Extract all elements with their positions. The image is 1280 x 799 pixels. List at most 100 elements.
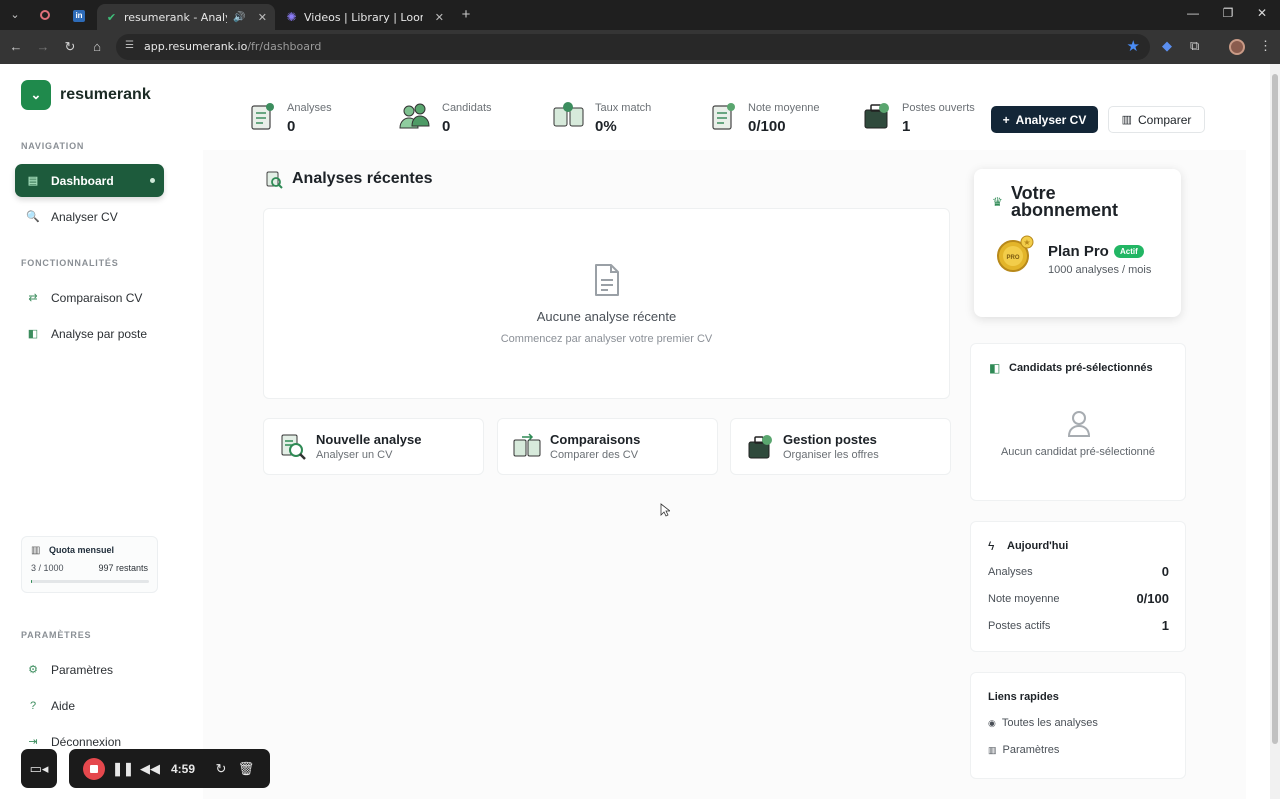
extensions-puzzle-icon[interactable]: ⧉ [1190, 38, 1199, 54]
sidebar-item-aide[interactable]: ? Aide [15, 689, 164, 722]
dashboard-content: Analyses récentes Aucune analyse récente… [203, 150, 1246, 799]
quick-card-subtitle: Comparer des CV [550, 449, 639, 461]
row-label: Postes actifs [988, 620, 1051, 632]
sidebar-item-comparaison-cv[interactable]: ⇄ Comparaison CV [15, 281, 164, 314]
empty-subtitle: Commencez par analyser votre premier CV [500, 333, 713, 345]
extension-tag-icon[interactable]: ◆ [1162, 38, 1172, 54]
active-dot [150, 178, 155, 183]
row-value: 0/100 [1136, 591, 1169, 606]
loom-recording-bar: ❚❚ ◀◀ 4:59 ↻ 🗑 [69, 749, 270, 788]
magnifier-document-icon [266, 171, 283, 189]
help-icon: ? [29, 699, 37, 712]
bookmark-star-icon[interactable]: ★ [1127, 37, 1140, 55]
resumerank-favicon-icon: ✔ [106, 10, 117, 24]
plan-detail: 1000 analyses / mois [1048, 264, 1152, 276]
document-icon [251, 103, 274, 130]
stat-value: 1 [902, 118, 911, 135]
forward-icon[interactable]: → [34, 38, 52, 56]
pause-icon[interactable]: ❚❚ [112, 749, 134, 788]
browser-menu-icon[interactable]: ⋮ [1259, 38, 1272, 54]
linkedin-tab-icon[interactable]: in [71, 7, 87, 23]
status-badge: Actif [1114, 245, 1144, 258]
scrollbar-thumb[interactable] [1272, 74, 1278, 744]
dashboard-icon: ▤ [27, 175, 39, 187]
row-label: Analyses [988, 566, 1033, 578]
link-parametres[interactable]: ▥ Paramètres [988, 744, 1059, 756]
quick-links-card: Liens rapides ◉ Toutes les analyses ▥ Para… [970, 672, 1186, 779]
tab-title: Videos | Library | Loom [304, 10, 423, 24]
recording-timer: 4:59 [170, 761, 196, 776]
empty-title: Aucune analyse récente [536, 309, 677, 324]
minimize-icon[interactable]: — [1184, 6, 1202, 20]
subscription-card: ♛ Votre abonnement ★ PRO Plan Pro Actif 1… [974, 169, 1181, 317]
today-row-postes-actifs: Postes actifs 1 [988, 618, 1169, 633]
today-row-note-moyenne: Note moyenne 0/100 [988, 591, 1169, 606]
bar-chart-icon: ▥ [1121, 114, 1133, 126]
plan-name: Plan Pro [1048, 243, 1109, 260]
profile-avatar[interactable] [1229, 39, 1245, 55]
stat-value: 0 [442, 118, 451, 135]
today-card: ϟ Aujourd'hui Analyses 0 Note moyenne 0/10… [970, 521, 1186, 652]
brand-name[interactable]: resumerank [60, 86, 151, 104]
sidebar-item-label: Comparaison CV [51, 290, 143, 305]
quick-card-comparaisons[interactable]: Comparaisons Comparer des CV [497, 418, 718, 475]
main-area: Analyses 0 Candidats 0 Taux match 0% Not… [183, 64, 1270, 799]
address-bar[interactable]: ☰ app.resumerank.io/fr/dashboard ★ [116, 34, 1150, 60]
close-window-icon[interactable]: ✕ [1253, 6, 1271, 20]
sidebar-item-label: Déconnexion [51, 734, 122, 749]
page-scrollbar[interactable] [1270, 64, 1280, 799]
loom-camera-control: ▭◂ [21, 749, 57, 788]
stop-recording-button[interactable] [79, 749, 109, 788]
restart-icon[interactable]: ↻ [211, 749, 231, 788]
stat-label: Analyses [287, 102, 332, 114]
stat-label: Candidats [442, 102, 492, 114]
quick-card-gestion-postes[interactable]: Gestion postes Organiser les offres [730, 418, 951, 475]
navigation-bar: ← → ↻ ⌂ ☰ app.resumerank.io/fr/dashboard… [0, 30, 1280, 64]
settings-icon: ⚙ [28, 664, 38, 676]
restore-icon[interactable]: ❐ [1219, 6, 1237, 20]
today-row-analyses: Analyses 0 [988, 564, 1169, 579]
tab-resumerank[interactable]: ✔ resumerank - Analyse intell 🔊 ✕ [97, 4, 275, 30]
medal-text: PRO [1006, 255, 1019, 261]
close-tab-icon[interactable]: ✕ [258, 11, 267, 24]
row-label: Note moyenne [988, 593, 1060, 605]
tab-search-icon[interactable]: ⌄ [7, 7, 23, 23]
shortlist-card: ◧ Candidats pré-sélectionnés Aucun candi… [970, 343, 1186, 501]
link-toutes-les-analyses[interactable]: ◉ Toutes les analyses [988, 717, 1098, 729]
job-management-icon [748, 435, 772, 459]
reload-icon[interactable]: ↻ [61, 38, 79, 56]
sidebar: ⌄ resumerank NAVIGATION ▤ Dashboard 🔍 An… [0, 64, 183, 799]
home-icon[interactable]: ⌂ [88, 38, 106, 56]
row-value: 1 [1161, 618, 1169, 633]
shortlist-empty-text: Aucun candidat pré-sélectionné [1000, 446, 1156, 458]
new-tab-button[interactable]: + [458, 7, 474, 23]
resumerank-logo-icon[interactable]: ⌄ [21, 80, 51, 110]
shortlist-icon: ◧ [989, 361, 1001, 375]
analyser-cv-button[interactable]: + Analyser CV [991, 106, 1098, 133]
quota-title: Quota mensuel [49, 545, 115, 555]
camera-icon[interactable]: ▭◂ [21, 749, 57, 788]
mouse-cursor-icon [660, 503, 670, 517]
sidebar-item-analyse-par-poste[interactable]: ◧ Analyse par poste [15, 317, 164, 350]
rewind-icon[interactable]: ◀◀ [139, 749, 161, 788]
stat-value: 0% [595, 118, 617, 135]
sidebar-item-label: Dashboard [51, 173, 114, 188]
comparer-button[interactable]: ▥ Comparer [1108, 106, 1205, 133]
bar-chart-icon: ▥ [31, 545, 41, 556]
sidebar-item-dashboard[interactable]: ▤ Dashboard [15, 164, 164, 197]
briefcase-icon [864, 103, 889, 129]
site-info-icon[interactable]: ☰ [125, 40, 134, 51]
quick-card-nouvelle-analyse[interactable]: Nouvelle analyse Analyser un CV [263, 418, 484, 475]
close-tab-icon[interactable]: ✕ [435, 11, 444, 24]
pro-medal-icon: ★ PRO [997, 235, 1034, 272]
recording-tab-icon[interactable] [37, 7, 53, 23]
sidebar-item-parametres[interactable]: ⚙ Paramètres [15, 653, 164, 686]
audio-icon[interactable]: 🔊 [233, 12, 245, 23]
delete-icon[interactable]: 🗑 [236, 749, 256, 788]
sidebar-item-analyser-cv[interactable]: 🔍 Analyser CV [15, 200, 164, 233]
recent-analyses-empty-card: Aucune analyse récente Commencez par ana… [263, 208, 950, 399]
tab-loom[interactable]: ✺ Videos | Library | Loom ✕ [277, 4, 452, 30]
back-icon[interactable]: ← [7, 38, 25, 56]
eye-icon: ◉ [988, 718, 996, 728]
url-text: app.resumerank.io/fr/dashboard [144, 40, 322, 53]
